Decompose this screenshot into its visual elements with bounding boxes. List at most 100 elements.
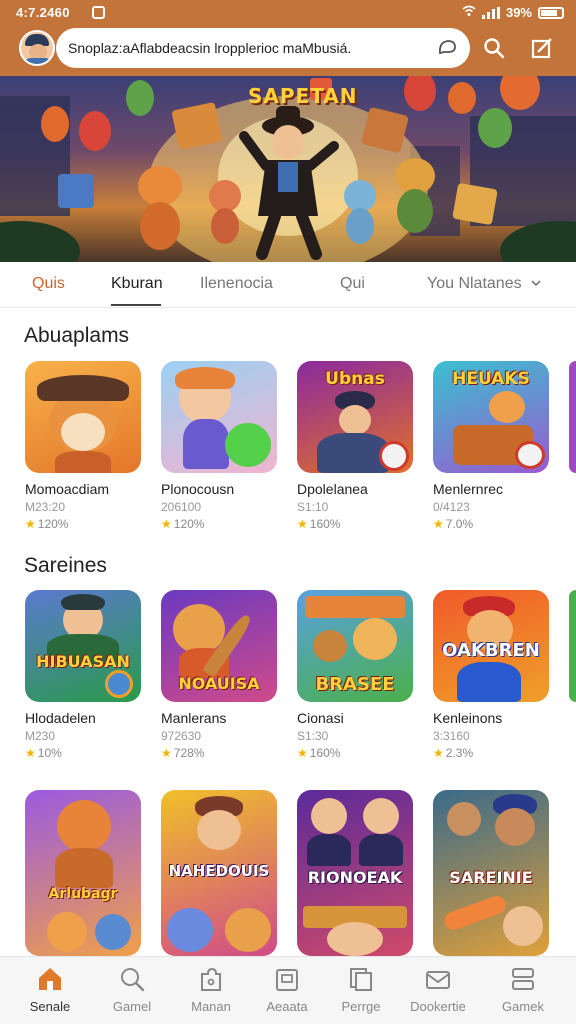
app-size: 0/4123 <box>433 500 470 514</box>
edit-icon[interactable] <box>530 36 554 60</box>
app-icon: OAKBREN <box>433 590 549 702</box>
star-icon: ★ <box>297 746 308 760</box>
app-name: Manlerans <box>161 710 227 726</box>
top-app-bar: 4:7.2460 39% Snoplaz:aAflabdeacsin lropp… <box>0 0 576 76</box>
star-icon: ★ <box>433 517 444 531</box>
app-name: Menlernrec <box>433 481 504 497</box>
app-rating: ★ 2.3% <box>433 746 549 760</box>
app-card[interactable]: HIBUASAN Hlodadelen M230 ★ 10% <box>25 590 141 760</box>
nav-item-home[interactable]: Senale <box>9 965 91 1014</box>
status-right: 39% <box>462 5 564 20</box>
app-card[interactable]: BRASEE Cionasi S1:30 ★ 160% <box>297 590 413 760</box>
bottom-navigation: Senale Gamel Manan Aeaata Perrge Dookert… <box>0 956 576 1024</box>
app-icon: BRASEE <box>297 590 413 702</box>
app-name: Cionasi <box>297 710 344 726</box>
tab-kburan[interactable]: Kburan <box>111 275 163 293</box>
app-rating: ★ 120% <box>25 517 141 531</box>
nav-item-dookertie[interactable]: Dookertie <box>397 965 479 1014</box>
app-icon <box>161 361 277 473</box>
nav-label: Perrge <box>341 999 381 1014</box>
app-size: M23:20 <box>25 500 66 514</box>
star-icon: ★ <box>297 517 308 531</box>
app-card[interactable]: Momoacdiam M23:20 ★ 120% <box>25 361 141 531</box>
app-card[interactable]: HEUAKS Menlernrec 0/4123 ★ 7.0% <box>433 361 549 531</box>
app-card[interactable]: Plonocousn 206100 ★ 120% <box>161 361 277 531</box>
nav-label: Manan <box>191 999 231 1014</box>
app-rating-value: 10% <box>37 746 62 760</box>
star-icon: ★ <box>25 517 36 531</box>
chevron-down-icon <box>531 280 541 287</box>
box-icon <box>276 969 298 991</box>
signal-icon <box>481 6 500 19</box>
nav-label: Senale <box>29 999 71 1014</box>
app-rating-value: 160% <box>309 517 341 531</box>
app-card[interactable]: OAKBREN Kenleinons 3:3160 ★ 2.3% <box>433 590 549 760</box>
app-size: M230 <box>25 729 56 743</box>
app-size: S1:30 <box>297 729 329 743</box>
app-rating-value: 7.0% <box>445 517 474 531</box>
app-card[interactable]: NOAUISA Manlerans 972630 ★ 728% <box>161 590 277 760</box>
app-rating: ★ 120% <box>161 517 277 531</box>
app-size: 206100 <box>161 500 202 514</box>
app-card[interactable]: NAHEDOUIS <box>161 790 277 956</box>
nav-item-perrge[interactable]: Perrge <box>320 965 402 1014</box>
voice-icon[interactable] <box>436 37 458 59</box>
app-name: Dpolelanea <box>297 481 368 497</box>
app-card-partial[interactable] <box>569 361 576 473</box>
battery-icon <box>538 6 564 19</box>
avatar[interactable] <box>19 30 55 66</box>
tab-ilenenocia[interactable]: Ilenenocia <box>200 275 273 293</box>
app-rating: ★ 728% <box>161 746 277 760</box>
app-icon: RIONOEAK <box>297 790 413 956</box>
nav-label: Gamek <box>502 999 544 1014</box>
app-size: 3:3160 <box>433 729 470 743</box>
menu-icon <box>512 968 534 990</box>
nav-item-gamek[interactable]: Gamek <box>482 965 564 1014</box>
search-bar[interactable]: Snoplaz:aAflabdeacsin lropplerioc maMbus… <box>56 28 470 68</box>
status-bar: 4:7.2460 39% <box>0 2 576 24</box>
wifi-icon <box>462 5 476 20</box>
app-name: Kenleinons <box>433 710 503 726</box>
search-input[interactable]: Snoplaz:aAflabdeacsin lropplerioc maMbus… <box>68 40 351 56</box>
hero-banner[interactable]: SAPETAN <box>0 76 576 262</box>
category-tabs: Quis Kburan Ilenenocia Qui You Nlatanes <box>0 262 576 308</box>
app-card-partial[interactable] <box>569 590 576 702</box>
nav-item-manan[interactable]: Manan <box>170 965 252 1014</box>
app-name: Plonocousn <box>161 481 235 497</box>
nav-label: Aeaata <box>266 999 308 1014</box>
app-rating: ★ 7.0% <box>433 517 549 531</box>
app-icon: HIBUASAN <box>25 590 141 702</box>
app-card[interactable]: Ubnas Dpolelanea S1:10 ★ 160% <box>297 361 413 531</box>
mail-icon <box>426 971 450 989</box>
notification-icon <box>92 6 105 19</box>
app-rating-value: 160% <box>309 746 341 760</box>
search-icon[interactable] <box>482 36 506 60</box>
app-rating-value: 120% <box>37 517 69 531</box>
app-icon: Arlubagr <box>25 790 141 956</box>
app-card[interactable]: SAREINIE <box>433 790 549 956</box>
banner-title: SAPETAN <box>248 84 358 108</box>
app-rating: ★ 10% <box>25 746 141 760</box>
app-icon: SAREINIE <box>433 790 549 956</box>
nav-label: Dookertie <box>410 999 466 1014</box>
home-icon <box>39 968 61 990</box>
tab-quis[interactable]: Quis <box>32 275 65 293</box>
tab-you-nlatanes[interactable]: You Nlatanes <box>427 275 542 293</box>
app-size: S1:10 <box>297 500 329 514</box>
app-rating-value: 120% <box>173 517 205 531</box>
section-title: Abuaplams <box>24 324 130 347</box>
app-card[interactable]: RIONOEAK <box>297 790 413 956</box>
app-icon <box>25 361 141 473</box>
search-icon <box>121 968 145 992</box>
battery-percent: 39% <box>505 5 532 20</box>
app-icon: HEUAKS <box>433 361 549 473</box>
nav-item-aeaata[interactable]: Aeaata <box>246 965 328 1014</box>
star-icon: ★ <box>25 746 36 760</box>
app-card[interactable]: Arlubagr <box>25 790 141 956</box>
tab-qui[interactable]: Qui <box>340 275 365 293</box>
nav-item-games[interactable]: Gamel <box>91 965 173 1014</box>
active-tab-indicator <box>111 304 161 306</box>
app-rating: ★ 160% <box>297 746 413 760</box>
app-name: Momoacdiam <box>25 481 110 497</box>
copy-icon <box>350 968 372 991</box>
